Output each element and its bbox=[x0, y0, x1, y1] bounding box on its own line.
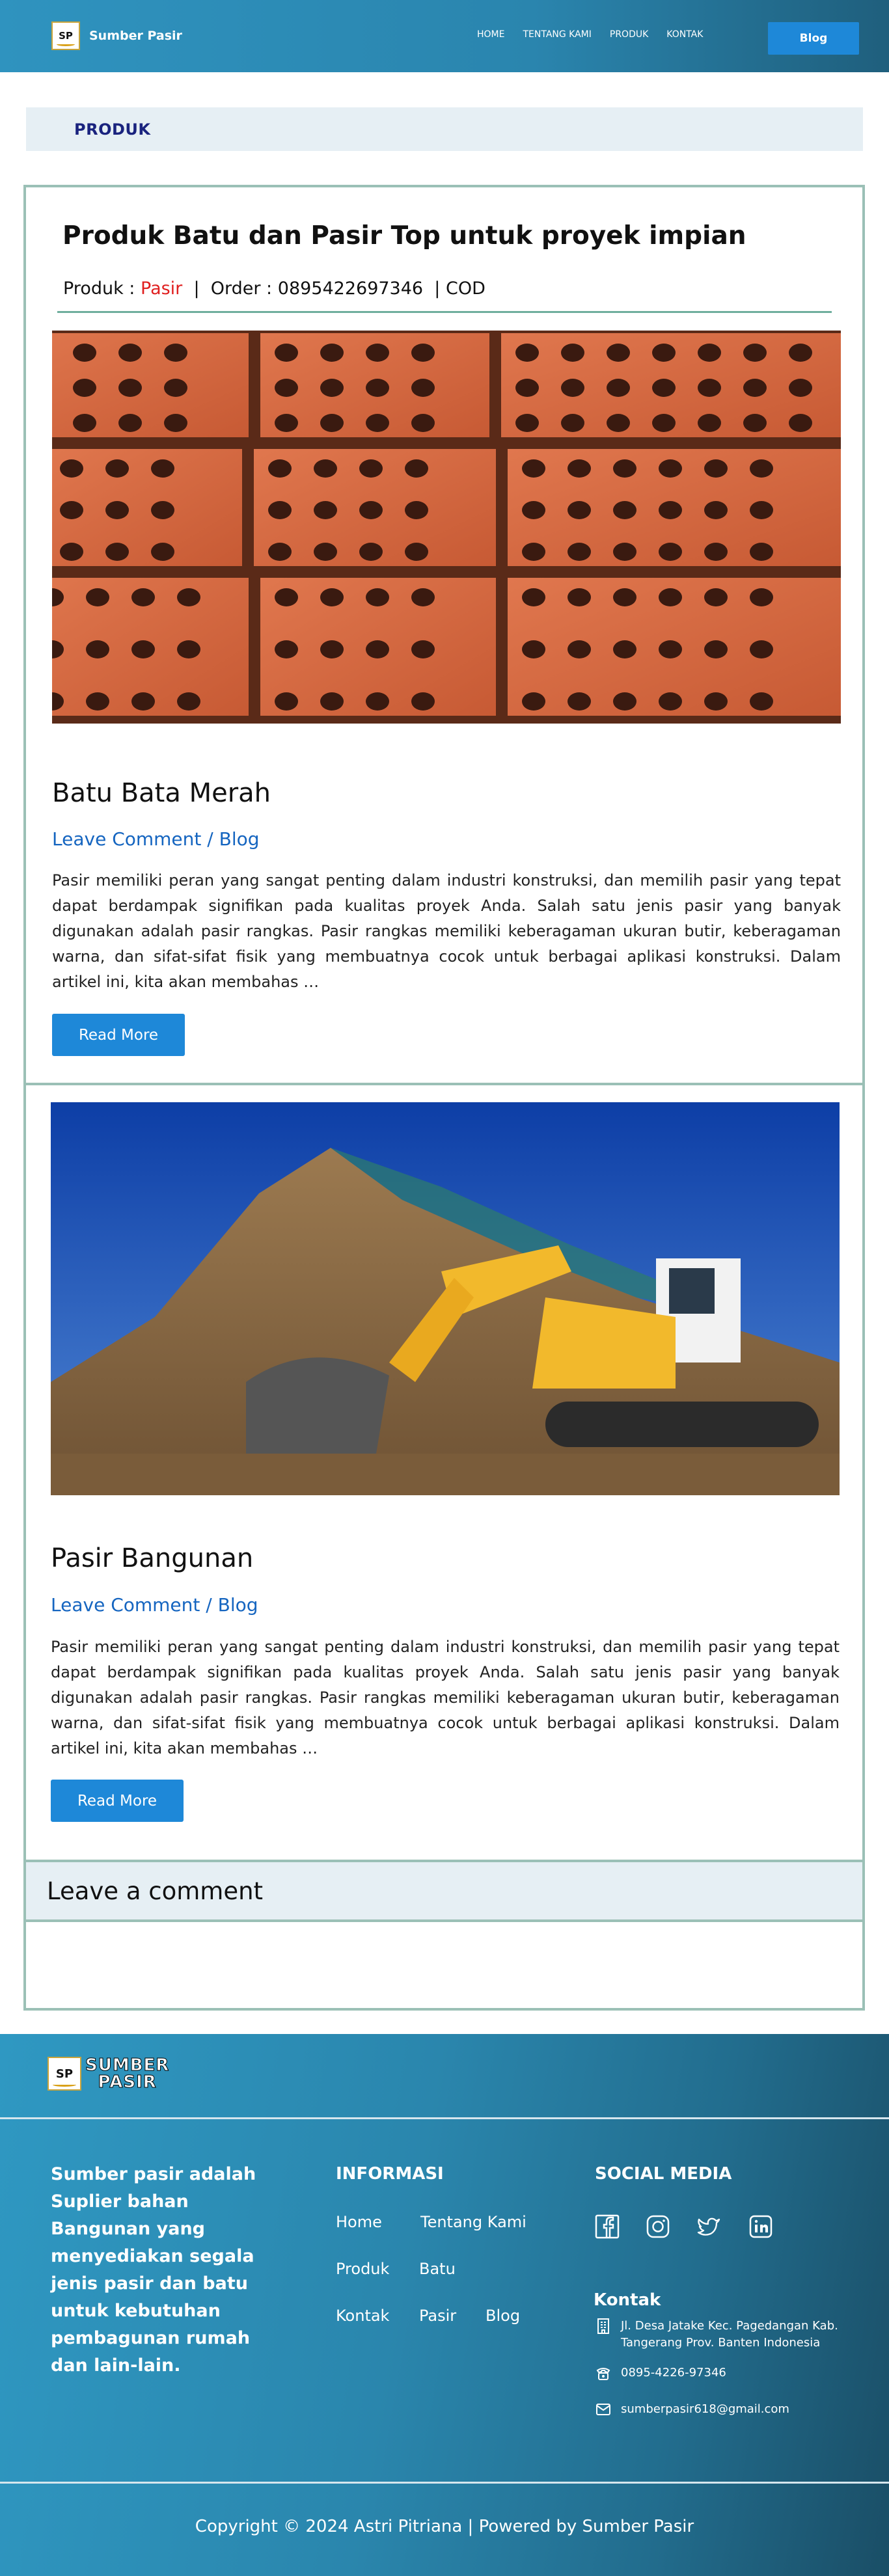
read-more-button[interactable]: Read More bbox=[51, 1780, 184, 1822]
post-title[interactable]: Pasir Bangunan bbox=[51, 1543, 253, 1573]
section-label: PRODUK bbox=[74, 120, 151, 139]
mail-icon bbox=[596, 2404, 610, 2415]
cod-label: COD bbox=[445, 278, 486, 299]
phone-icon bbox=[596, 2368, 610, 2380]
comment-section-header: Leave a comment bbox=[26, 1860, 862, 1922]
post-divider bbox=[26, 1083, 862, 1085]
phone-row: 0895-4226-97346 bbox=[595, 2365, 726, 2381]
footer-logo-wordmark: SUMBER PASIR bbox=[85, 2055, 170, 2092]
post-meta-link[interactable]: Leave Comment / Blog bbox=[51, 1594, 258, 1616]
footer-link-pasir[interactable]: Pasir bbox=[419, 2307, 456, 2325]
blog-button[interactable]: Blog bbox=[768, 22, 859, 55]
logo-mark: SP bbox=[51, 21, 80, 50]
site-footer: SP SUMBER PASIR Sumber pasir adalah Supl… bbox=[0, 2034, 889, 2576]
post-excerpt: Pasir memiliki peran yang sangat penting… bbox=[51, 1638, 840, 1757]
footer-divider bbox=[0, 2117, 889, 2119]
site-header: SP Sumber Pasir HOME TENTANG KAMI PRODUK… bbox=[0, 0, 889, 72]
footer-link-produk[interactable]: Produk bbox=[336, 2260, 389, 2278]
copyright: Copyright © 2024 Astri Pitriana | Powere… bbox=[195, 2517, 694, 2536]
nav-kontak[interactable]: KONTAK bbox=[666, 29, 703, 40]
page-title: Produk Batu dan Pasir Top untuk proyek i… bbox=[62, 221, 746, 251]
nav-home[interactable]: HOME bbox=[477, 29, 504, 40]
post-meta-link[interactable]: Leave Comment / Blog bbox=[52, 828, 260, 850]
footer-logo-mark: SP bbox=[48, 2057, 81, 2091]
address-row: Jl. Desa Jatake Kec. Pagedangan Kab. Tan… bbox=[595, 2318, 842, 2352]
kontak-heading: Kontak bbox=[594, 2290, 661, 2310]
info-heading: INFORMASI bbox=[336, 2164, 444, 2184]
page-meta: Produk : Pasir | Order : 0895422697346 |… bbox=[63, 278, 486, 299]
footer-divider bbox=[0, 2482, 889, 2484]
product-category-link[interactable]: Pasir bbox=[141, 278, 182, 299]
post-image-sand[interactable] bbox=[51, 1102, 840, 1495]
email-row: sumberpasir618@gmail.com bbox=[595, 2401, 789, 2418]
instagram-icon[interactable] bbox=[646, 2214, 670, 2239]
twitter-icon[interactable] bbox=[696, 2214, 721, 2239]
footer-logo[interactable]: SP SUMBER PASIR bbox=[48, 2057, 169, 2091]
linkedin-icon[interactable] bbox=[748, 2214, 773, 2239]
footer-link-tentang-kami[interactable]: Tentang Kami bbox=[420, 2213, 527, 2231]
main-nav: HOME TENTANG KAMI PRODUK KONTAK bbox=[477, 29, 721, 40]
footer-link-batu[interactable]: Batu bbox=[419, 2260, 456, 2278]
nav-tentang-kami[interactable]: TENTANG KAMI bbox=[523, 29, 591, 40]
footer-about: Sumber pasir adalah Suplier bahan Bangun… bbox=[51, 2164, 256, 2376]
post-title[interactable]: Batu Bata Merah bbox=[52, 778, 271, 808]
social-heading: SOCIAL MEDIA bbox=[595, 2164, 732, 2184]
phone-text[interactable]: 0895-4226-97346 bbox=[621, 2365, 726, 2381]
footer-link-home[interactable]: Home bbox=[336, 2213, 382, 2231]
brand-name: Sumber Pasir bbox=[89, 29, 182, 43]
facebook-icon[interactable] bbox=[595, 2214, 620, 2239]
footer-link-blog[interactable]: Blog bbox=[486, 2307, 520, 2325]
post-image-bricks[interactable] bbox=[52, 331, 841, 724]
comment-heading: Leave a comment bbox=[47, 1877, 264, 1905]
nav-produk[interactable]: PRODUK bbox=[610, 29, 648, 40]
products-container: Produk Batu dan Pasir Top untuk proyek i… bbox=[23, 185, 865, 2011]
post-excerpt: Pasir memiliki peran yang sangat penting… bbox=[52, 871, 841, 991]
title-divider bbox=[57, 311, 832, 313]
order-phone: 0895422697346 bbox=[277, 278, 424, 299]
email-text[interactable]: sumberpasir618@gmail.com bbox=[621, 2401, 789, 2418]
read-more-button[interactable]: Read More bbox=[52, 1014, 185, 1056]
footer-link-kontak[interactable]: Kontak bbox=[336, 2307, 389, 2325]
address-text: Jl. Desa Jatake Kec. Pagedangan Kab. Tan… bbox=[621, 2319, 838, 2350]
site-logo[interactable]: SP Sumber Pasir bbox=[51, 21, 182, 50]
section-label-bar: PRODUK bbox=[26, 107, 863, 151]
building-icon bbox=[597, 2318, 609, 2334]
